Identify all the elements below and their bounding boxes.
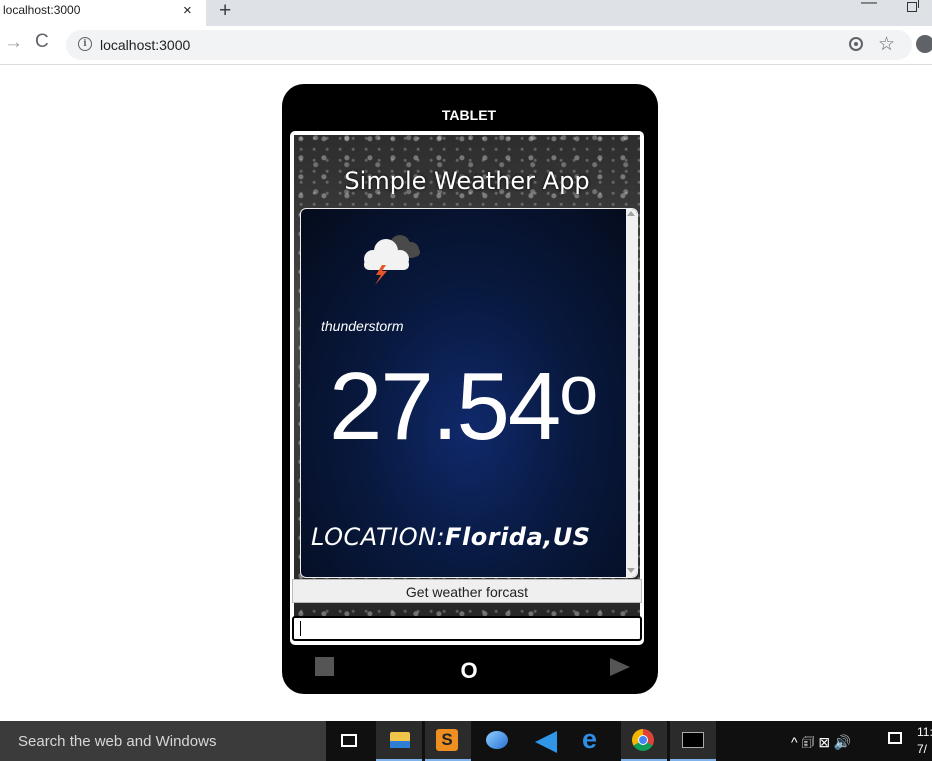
sublime-text-icon: S	[436, 729, 458, 751]
app-title: Simple Weather App	[344, 167, 590, 195]
location-label: LOCATION:	[311, 523, 446, 551]
minimize-icon[interactable]: —	[861, 0, 877, 12]
location-value: Florida,US	[445, 523, 591, 551]
chrome-icon	[632, 729, 654, 751]
system-tray-icons[interactable]: ^ 🗊 ⊠ 🔊	[791, 732, 851, 756]
scroll-down-arrow-icon[interactable]	[627, 568, 635, 573]
degree-symbol: o	[559, 351, 598, 429]
taskbar-search[interactable]: Search the web and Windows	[0, 721, 326, 761]
weather-description: thunderstorm	[321, 318, 404, 334]
tablet-screen: Simple Weather App thunderstorm 27.54o L…	[290, 131, 644, 645]
new-tab-icon[interactable]: +	[219, 0, 231, 23]
search-placeholder: Search the web and Windows	[18, 733, 217, 750]
profile-avatar-icon[interactable]	[916, 35, 932, 53]
stop-button[interactable]	[315, 657, 334, 676]
file-explorer-button[interactable]	[376, 721, 422, 761]
vscode-button[interactable]	[523, 721, 569, 761]
notification-icon[interactable]	[888, 732, 902, 744]
text-cursor	[300, 621, 301, 636]
weather-card: thunderstorm 27.54o LOCATION:Florida,US	[300, 208, 638, 578]
restore-icon[interactable]	[907, 0, 919, 12]
task-view-button[interactable]	[327, 721, 373, 761]
command-prompt-button[interactable]	[670, 721, 716, 761]
edge-button[interactable]: e	[572, 721, 618, 761]
get-weather-button[interactable]: Get weather forcast	[292, 579, 642, 603]
url-text[interactable]: localhost:3000	[100, 37, 190, 53]
tab-title: localhost:3000	[3, 3, 81, 17]
reload-icon[interactable]: C	[35, 31, 49, 53]
card-scrollbar[interactable]	[626, 209, 637, 577]
vscode-icon	[535, 731, 557, 753]
bookmark-star-icon[interactable]: ☆	[878, 33, 895, 56]
tablet-frame: TABLET Simple Weather App thunderstorm 2…	[282, 84, 658, 694]
location-icon[interactable]	[849, 37, 863, 51]
task-view-icon	[341, 734, 357, 747]
chrome-button[interactable]	[621, 721, 667, 761]
windows-taskbar: Search the web and Windows S e ^ 🗊 ⊠ 🔊 1…	[0, 721, 932, 761]
app-button[interactable]	[474, 721, 520, 761]
tablet-label: TABLET	[441, 107, 497, 123]
location-display: LOCATION:Florida,US	[311, 523, 591, 551]
folder-icon	[390, 732, 410, 748]
temperature-display: 27.54o	[329, 355, 598, 455]
app-globe-icon	[486, 731, 508, 749]
forward-icon[interactable]: →	[4, 32, 23, 54]
close-tab-icon[interactable]: ×	[183, 2, 192, 19]
temperature-value: 27.54	[329, 353, 561, 460]
scroll-up-arrow-icon[interactable]	[627, 211, 635, 216]
browser-tab-strip: localhost:3000 × + —	[0, 0, 932, 26]
thunderstorm-cloud-icon	[356, 229, 428, 289]
edge-icon: e	[582, 724, 598, 754]
address-bar[interactable]: i localhost:3000 ☆	[66, 30, 912, 60]
home-button[interactable]: O	[444, 658, 494, 684]
clock-date[interactable]: 7/	[917, 742, 927, 756]
clock-time[interactable]: 11:	[917, 725, 932, 739]
command-prompt-icon	[682, 732, 704, 748]
sublime-text-button[interactable]: S	[425, 721, 471, 761]
browser-toolbar: → C i localhost:3000 ☆	[0, 26, 932, 65]
city-input[interactable]	[292, 616, 642, 641]
site-info-icon[interactable]: i	[78, 37, 92, 51]
play-button[interactable]	[610, 658, 630, 676]
app-background: Simple Weather App thunderstorm 27.54o L…	[294, 135, 640, 619]
browser-tab[interactable]: localhost:3000 ×	[0, 0, 206, 26]
